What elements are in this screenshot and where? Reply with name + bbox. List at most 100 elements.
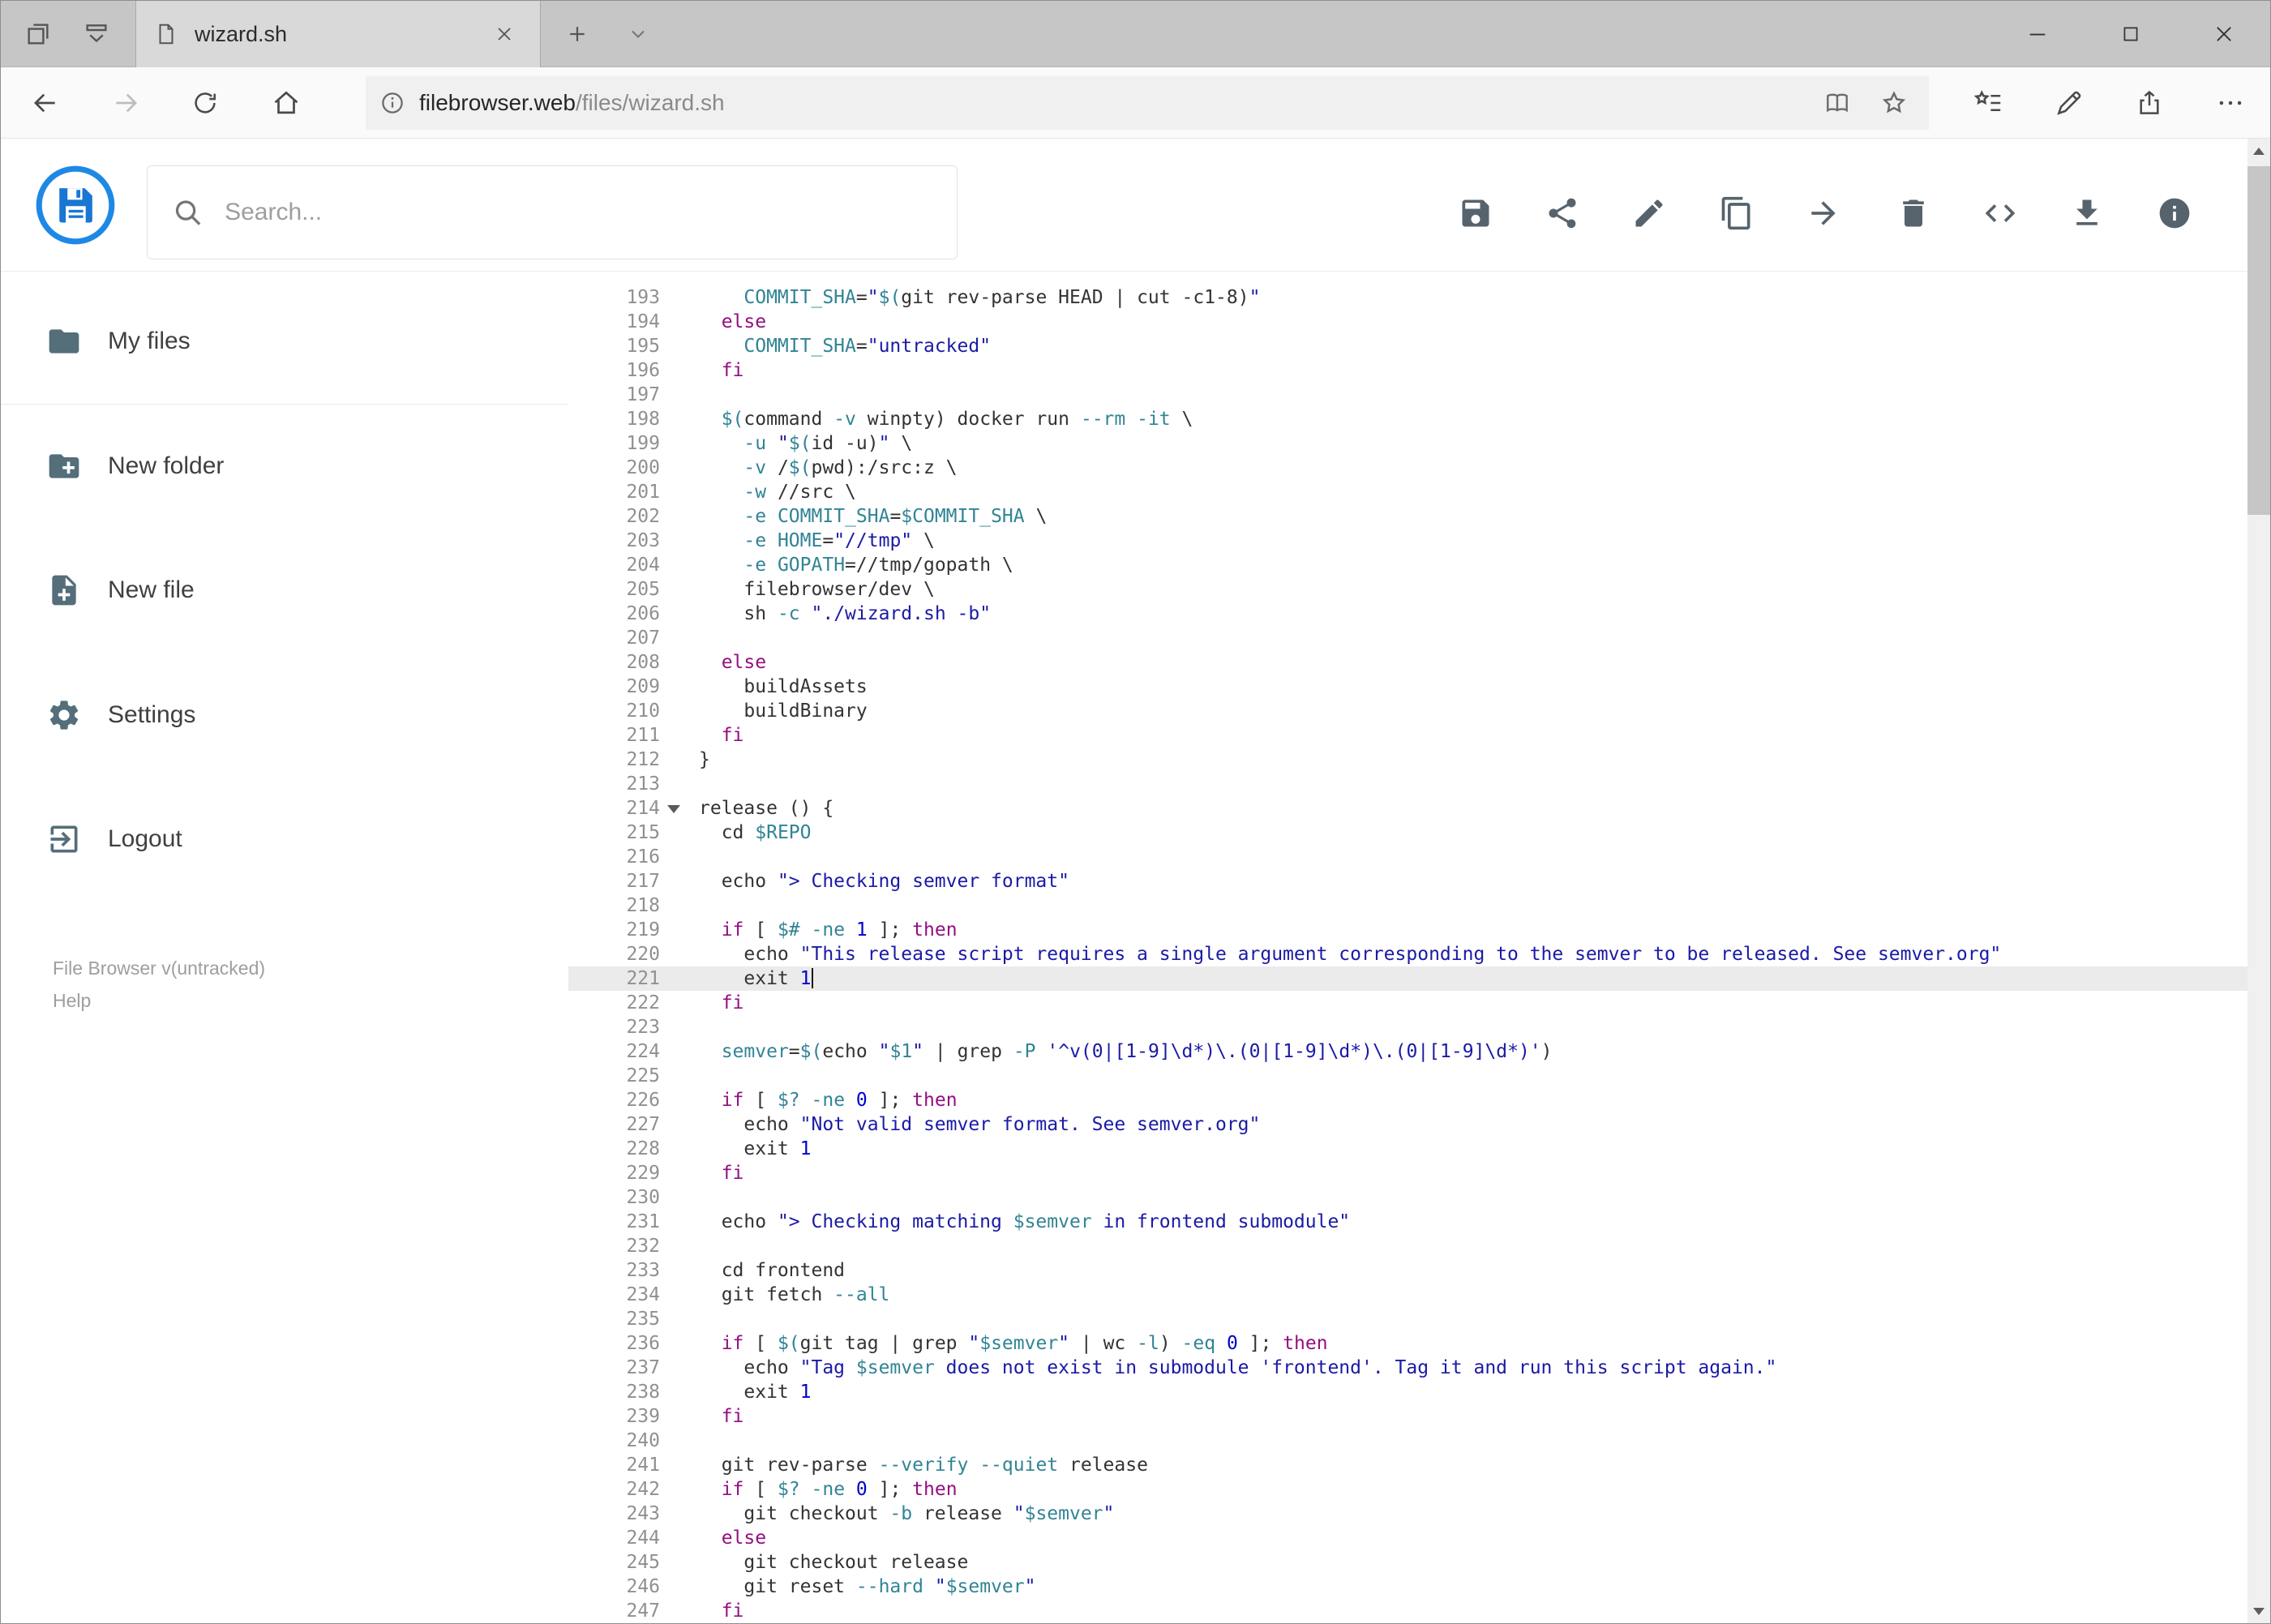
rename-button[interactable] bbox=[1626, 191, 1672, 236]
code-line[interactable]: 194 else bbox=[568, 310, 2247, 334]
code-line[interactable]: 243 git checkout -b release "$semver" bbox=[568, 1502, 2247, 1526]
move-button[interactable] bbox=[1801, 191, 1846, 236]
code-line[interactable]: 245 git checkout release bbox=[568, 1550, 2247, 1575]
code-line[interactable]: 220 echo "This release script requires a… bbox=[568, 942, 2247, 966]
code-line[interactable]: 209 buildAssets bbox=[568, 675, 2247, 699]
sidebar-item-settings[interactable]: Settings bbox=[1, 676, 568, 754]
minimize-button[interactable] bbox=[1990, 1, 2084, 67]
close-button[interactable] bbox=[2177, 1, 2270, 67]
tab-close-button[interactable] bbox=[486, 16, 522, 52]
code-line[interactable]: 217 echo "> Checking semver format" bbox=[568, 869, 2247, 893]
code-line[interactable]: 199 -u "$(id -u)" \ bbox=[568, 431, 2247, 456]
code-line[interactable]: 229 fi bbox=[568, 1161, 2247, 1185]
browser-menu-button[interactable] bbox=[2208, 80, 2253, 126]
code-line[interactable]: 222 fi bbox=[568, 991, 2247, 1015]
code-line[interactable]: 216 bbox=[568, 845, 2247, 869]
code-line[interactable]: 225 bbox=[568, 1064, 2247, 1088]
info-button[interactable] bbox=[2152, 191, 2197, 236]
code-line[interactable]: 236 if [ $(git tag | grep "$semver" | wc… bbox=[568, 1331, 2247, 1356]
code-line[interactable]: 204 -e GOPATH=//tmp/gopath \ bbox=[568, 553, 2247, 577]
save-button[interactable] bbox=[1453, 191, 1498, 236]
hub-button[interactable] bbox=[1966, 80, 2012, 126]
code-line[interactable]: 211 fi bbox=[568, 723, 2247, 748]
scrollbar-down-arrow[interactable] bbox=[2247, 1599, 2270, 1623]
search-input[interactable] bbox=[225, 199, 932, 226]
code-line[interactable]: 247 fi bbox=[568, 1599, 2247, 1623]
code-line[interactable]: 219 if [ $# -ne 1 ]; then bbox=[568, 918, 2247, 942]
home-button[interactable] bbox=[264, 80, 309, 126]
url-field[interactable]: filebrowser.web/files/wizard.sh bbox=[366, 76, 1929, 130]
web-note-button[interactable] bbox=[2046, 80, 2092, 126]
share-page-button[interactable] bbox=[2127, 80, 2172, 126]
code-line[interactable]: 226 if [ $? -ne 0 ]; then bbox=[568, 1088, 2247, 1112]
reading-view-button[interactable] bbox=[1815, 81, 1859, 125]
forward-button[interactable] bbox=[104, 80, 149, 126]
new-tab-button[interactable] bbox=[551, 1, 603, 67]
code-view-button[interactable] bbox=[1977, 191, 2023, 236]
code-line[interactable]: 207 bbox=[568, 626, 2247, 650]
code-line[interactable]: 246 git reset --hard "$semver" bbox=[568, 1575, 2247, 1599]
code-line[interactable]: 195 COMMIT_SHA="untracked" bbox=[568, 334, 2247, 358]
share-button[interactable] bbox=[1540, 191, 1585, 236]
delete-button[interactable] bbox=[1891, 191, 1936, 236]
code-line[interactable]: 224 semver=$(echo "$1" | grep -P '^v(0|[… bbox=[568, 1039, 2247, 1064]
code-editor[interactable]: 193 COMMIT_SHA="$(git rev-parse HEAD | c… bbox=[568, 272, 2247, 1623]
page-scrollbar[interactable] bbox=[2247, 139, 2270, 1623]
download-button[interactable] bbox=[2064, 191, 2110, 236]
code-line[interactable]: 234 git fetch --all bbox=[568, 1283, 2247, 1307]
code-line[interactable]: 232 bbox=[568, 1234, 2247, 1258]
tab-preview-toggle-button[interactable] bbox=[71, 1, 122, 67]
code-line[interactable]: 202 -e COMMIT_SHA=$COMMIT_SHA \ bbox=[568, 504, 2247, 529]
code-line[interactable]: 240 bbox=[568, 1429, 2247, 1453]
code-line[interactable]: 213 bbox=[568, 772, 2247, 796]
code-line[interactable]: 221 exit 1 bbox=[568, 966, 2247, 991]
sidebar-item-logout[interactable]: Logout bbox=[1, 800, 568, 878]
code-line[interactable]: 233 cd frontend bbox=[568, 1258, 2247, 1283]
code-line[interactable]: 200 -v /$(pwd):/src:z \ bbox=[568, 456, 2247, 480]
code-line[interactable]: 244 else bbox=[568, 1526, 2247, 1550]
tab-list-button[interactable] bbox=[612, 1, 664, 67]
code-line[interactable]: 205 filebrowser/dev \ bbox=[568, 577, 2247, 602]
code-line[interactable]: 201 -w //src \ bbox=[568, 480, 2247, 504]
set-tabs-aside-button[interactable] bbox=[12, 1, 64, 67]
refresh-button[interactable] bbox=[182, 80, 228, 126]
code-line[interactable]: 197 bbox=[568, 383, 2247, 407]
code-line[interactable]: 230 bbox=[568, 1185, 2247, 1210]
help-link[interactable]: Help bbox=[53, 990, 91, 1012]
code-line[interactable]: 203 -e HOME="//tmp" \ bbox=[568, 529, 2247, 553]
code-line[interactable]: 218 bbox=[568, 893, 2247, 918]
browser-tab[interactable]: wizard.sh bbox=[135, 1, 541, 67]
code-line[interactable]: 198 $(command -v winpty) docker run --rm… bbox=[568, 407, 2247, 431]
search-box[interactable] bbox=[147, 165, 958, 259]
code-line[interactable]: 214 release () { bbox=[568, 796, 2247, 821]
maximize-button[interactable] bbox=[2084, 1, 2177, 67]
code-line[interactable]: 223 bbox=[568, 1015, 2247, 1039]
fold-arrow-icon[interactable] bbox=[667, 805, 680, 813]
filebrowser-logo[interactable] bbox=[35, 165, 116, 246]
code-line[interactable]: 227 echo "Not valid semver format. See s… bbox=[568, 1112, 2247, 1137]
code-line[interactable]: 196 fi bbox=[568, 358, 2247, 383]
scrollbar-up-arrow[interactable] bbox=[2247, 139, 2270, 163]
code-line[interactable]: 212} bbox=[568, 748, 2247, 772]
favorite-button[interactable] bbox=[1872, 81, 1916, 125]
code-line[interactable]: 242 if [ $? -ne 0 ]; then bbox=[568, 1477, 2247, 1502]
sidebar-item-new-file[interactable]: New file bbox=[1, 551, 568, 629]
code-line[interactable]: 235 bbox=[568, 1307, 2247, 1331]
code-line[interactable]: 241 git rev-parse --verify --quiet relea… bbox=[568, 1453, 2247, 1477]
scrollbar-thumb[interactable] bbox=[2247, 166, 2270, 515]
back-button[interactable] bbox=[22, 80, 67, 126]
code-line[interactable]: 237 echo "Tag $semver does not exist in … bbox=[568, 1356, 2247, 1380]
code-line[interactable]: 238 exit 1 bbox=[568, 1380, 2247, 1404]
code-line[interactable]: 215 cd $REPO bbox=[568, 821, 2247, 845]
code-line[interactable]: 231 echo "> Checking matching $semver in… bbox=[568, 1210, 2247, 1234]
code-line[interactable]: 239 fi bbox=[568, 1404, 2247, 1429]
sidebar-item-my-files[interactable]: My files bbox=[1, 302, 568, 380]
code-line[interactable]: 210 buildBinary bbox=[568, 699, 2247, 723]
code-line[interactable]: 193 COMMIT_SHA="$(git rev-parse HEAD | c… bbox=[568, 285, 2247, 310]
copy-button[interactable] bbox=[1714, 191, 1759, 236]
code-line[interactable]: 228 exit 1 bbox=[568, 1137, 2247, 1161]
code-line[interactable]: 208 else bbox=[568, 650, 2247, 675]
code-line[interactable]: 206 sh -c "./wizard.sh -b" bbox=[568, 602, 2247, 626]
site-info-icon[interactable] bbox=[379, 89, 406, 117]
sidebar-item-new-folder[interactable]: New folder bbox=[1, 427, 568, 505]
